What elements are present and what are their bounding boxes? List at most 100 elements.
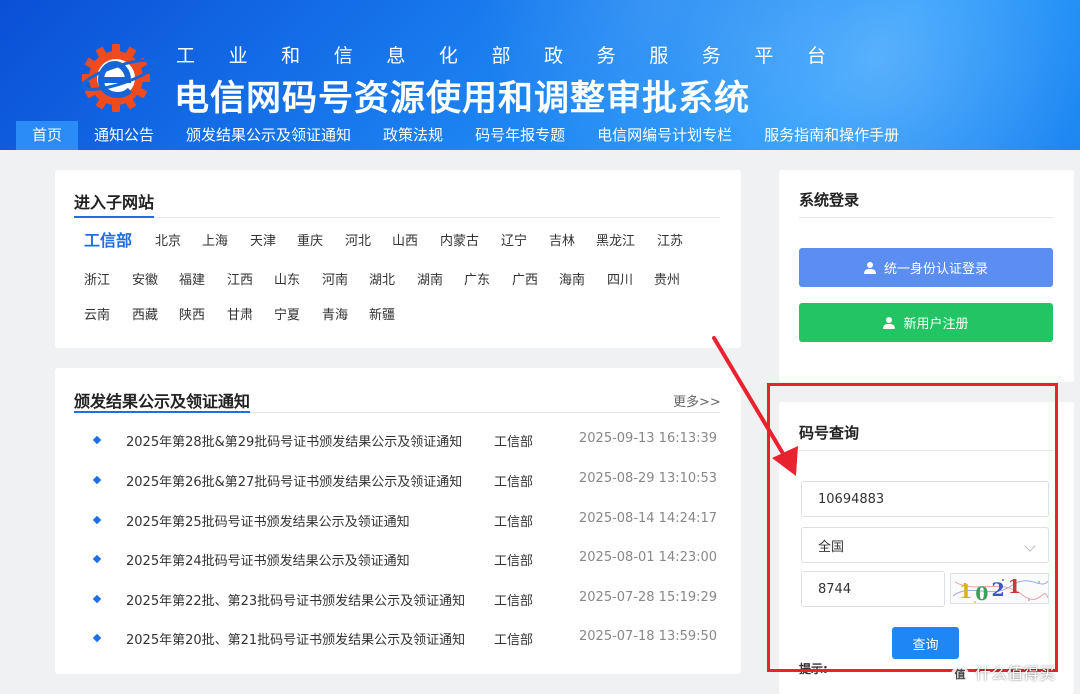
bullet-icon bbox=[92, 515, 102, 525]
region-select-value: 全国 bbox=[818, 539, 845, 555]
subsite-link[interactable]: 广西 bbox=[512, 269, 538, 288]
subsite-link[interactable]: 浙江 bbox=[84, 269, 110, 288]
nav-item-notices[interactable]: 通知公告 bbox=[78, 121, 170, 150]
divider bbox=[74, 217, 720, 218]
captcha-image[interactable]: 1021 bbox=[950, 573, 1049, 604]
nav-item-numbering-plan[interactable]: 电信网编号计划专栏 bbox=[581, 121, 748, 150]
hint-label: 提示: bbox=[799, 662, 828, 676]
news-date: 2025-07-18 13:59:50 bbox=[579, 629, 718, 644]
subsite-link[interactable]: 四川 bbox=[607, 269, 633, 288]
user-icon bbox=[883, 316, 896, 329]
org-char: 平 bbox=[754, 45, 774, 67]
news-source: 工信部 bbox=[494, 515, 534, 530]
subsite-link[interactable]: 湖北 bbox=[369, 269, 395, 288]
subsite-link[interactable]: 河北 bbox=[345, 230, 371, 249]
news-item[interactable]: 2025年第24批码号证书颁发结果公示及领证通知 工信部 2025-08-01 … bbox=[90, 549, 720, 569]
divider bbox=[799, 217, 1053, 218]
subsite-link[interactable]: 黑龙江 bbox=[596, 230, 635, 249]
captcha-text: 1021 bbox=[959, 576, 1021, 604]
nav-item-service-guide[interactable]: 服务指南和操作手册 bbox=[748, 121, 915, 150]
captcha-char: 2 bbox=[991, 579, 1004, 601]
subsite-link[interactable]: 贵州 bbox=[654, 269, 680, 288]
subsite-link[interactable]: 云南 bbox=[84, 304, 110, 323]
subsite-link[interactable]: 福建 bbox=[179, 269, 205, 288]
news-date: 2025-08-14 14:24:17 bbox=[579, 511, 718, 526]
news-source: 工信部 bbox=[494, 633, 534, 648]
subsite-link[interactable]: 陕西 bbox=[179, 304, 205, 323]
region-select[interactable]: 全国 bbox=[801, 527, 1049, 563]
user-icon bbox=[863, 261, 876, 274]
register-label: 新用户注册 bbox=[903, 317, 969, 332]
subsite-link[interactable]: 宁夏 bbox=[274, 304, 300, 323]
subsite-link[interactable]: 安徽 bbox=[132, 269, 158, 288]
subsite-link[interactable]: 广东 bbox=[464, 269, 490, 288]
watermark: 值什么值得买 bbox=[951, 660, 1055, 684]
unified-login-button[interactable]: 统一身份认证登录 bbox=[799, 248, 1053, 287]
unified-login-label: 统一身份认证登录 bbox=[883, 262, 988, 277]
subsite-link[interactable]: 西藏 bbox=[132, 304, 158, 323]
watermark-logo-icon: 值 bbox=[951, 665, 969, 684]
subsite-link[interactable]: 内蒙古 bbox=[440, 230, 479, 249]
miit-logo-icon[interactable] bbox=[78, 42, 158, 112]
subsite-link[interactable]: 山东 bbox=[274, 269, 300, 288]
title-underline bbox=[74, 411, 250, 413]
subsite-link[interactable]: 山西 bbox=[392, 230, 418, 249]
register-button[interactable]: 新用户注册 bbox=[799, 303, 1053, 342]
news-item[interactable]: 2025年第20批、第21批码号证书颁发结果公示及领证通知 工信部 2025-0… bbox=[90, 628, 720, 648]
org-char: 化 bbox=[438, 45, 458, 67]
captcha-noise: 1021 bbox=[952, 576, 1048, 604]
site-header: 工 业 和 信 息 化 部 政 务 服 务 平 台 电信网码号资源使用和调整审批… bbox=[0, 0, 1080, 150]
org-char: 务 bbox=[596, 45, 616, 67]
bullet-icon bbox=[92, 633, 102, 643]
news-title[interactable]: 2025年第20批、第21批码号证书颁发结果公示及领证通知 bbox=[126, 629, 465, 648]
title-underline bbox=[74, 216, 154, 218]
subsite-link[interactable]: 河南 bbox=[322, 269, 348, 288]
news-item[interactable]: 2025年第28批&第29批码号证书颁发结果公示及领证通知 工信部 2025-0… bbox=[90, 430, 720, 450]
number-input-field[interactable] bbox=[818, 491, 1048, 507]
news-item[interactable]: 2025年第26批&第27批码号证书颁发结果公示及领证通知 工信部 2025-0… bbox=[90, 470, 720, 490]
results-title: 颁发结果公示及领证通知 bbox=[74, 392, 251, 411]
query-button[interactable]: 查询 bbox=[892, 627, 959, 659]
subsite-link[interactable]: 辽宁 bbox=[501, 230, 527, 249]
subsite-link[interactable]: 天津 bbox=[250, 230, 276, 249]
number-input[interactable] bbox=[801, 481, 1049, 517]
subsite-link[interactable]: 江苏 bbox=[657, 230, 683, 249]
subsite-link[interactable]: 青海 bbox=[322, 304, 348, 323]
nav-item-policies[interactable]: 政策法规 bbox=[367, 121, 459, 150]
org-char: 业 bbox=[228, 45, 248, 67]
subsite-link[interactable]: 湖南 bbox=[417, 269, 443, 288]
subsite-link-miit[interactable]: 工信部 bbox=[84, 227, 132, 251]
nav-item-annual-report[interactable]: 码号年报专题 bbox=[459, 121, 581, 150]
subsite-link[interactable]: 新疆 bbox=[369, 304, 395, 323]
watermark-text: 什么值得买 bbox=[975, 664, 1056, 683]
subsite-link[interactable]: 吉林 bbox=[549, 230, 575, 249]
news-source: 工信部 bbox=[494, 554, 534, 569]
subsite-link[interactable]: 上海 bbox=[202, 230, 228, 249]
news-title[interactable]: 2025年第22批、第23批码号证书颁发结果公示及领证通知 bbox=[126, 590, 465, 609]
nav-item-home[interactable]: 首页 bbox=[16, 121, 79, 150]
org-char: 务 bbox=[701, 45, 721, 67]
news-title[interactable]: 2025年第26批&第27批码号证书颁发结果公示及领证通知 bbox=[126, 471, 462, 490]
org-char: 服 bbox=[649, 45, 669, 67]
captcha-input[interactable] bbox=[801, 571, 945, 607]
subsite-link[interactable]: 北京 bbox=[155, 230, 181, 249]
nav-item-results[interactable]: 颁发结果公示及领证通知 bbox=[170, 121, 367, 150]
news-title[interactable]: 2025年第25批码号证书颁发结果公示及领证通知 bbox=[126, 511, 410, 530]
system-title: 电信网码号资源使用和调整审批系统 bbox=[174, 79, 751, 119]
subsite-link[interactable]: 甘肃 bbox=[227, 304, 253, 323]
org-char: 工 bbox=[176, 45, 196, 67]
news-item[interactable]: 2025年第25批码号证书颁发结果公示及领证通知 工信部 2025-08-14 … bbox=[90, 510, 720, 530]
news-title[interactable]: 2025年第24批码号证书颁发结果公示及领证通知 bbox=[126, 550, 410, 569]
subsite-link[interactable]: 江西 bbox=[227, 269, 253, 288]
subsite-link[interactable]: 重庆 bbox=[297, 230, 323, 249]
bullet-icon bbox=[92, 594, 102, 604]
news-date: 2025-08-01 14:23:00 bbox=[579, 550, 718, 565]
captcha-input-field[interactable] bbox=[818, 581, 944, 597]
org-char: 和 bbox=[281, 45, 301, 67]
news-title[interactable]: 2025年第28批&第29批码号证书颁发结果公示及领证通知 bbox=[126, 431, 462, 450]
captcha-char: 0 bbox=[975, 583, 988, 604]
news-item[interactable]: 2025年第22批、第23批码号证书颁发结果公示及领证通知 工信部 2025-0… bbox=[90, 589, 720, 609]
login-title: 系统登录 bbox=[799, 191, 860, 209]
subsite-link[interactable]: 海南 bbox=[559, 269, 585, 288]
news-date: 2025-09-13 16:13:39 bbox=[579, 431, 718, 446]
